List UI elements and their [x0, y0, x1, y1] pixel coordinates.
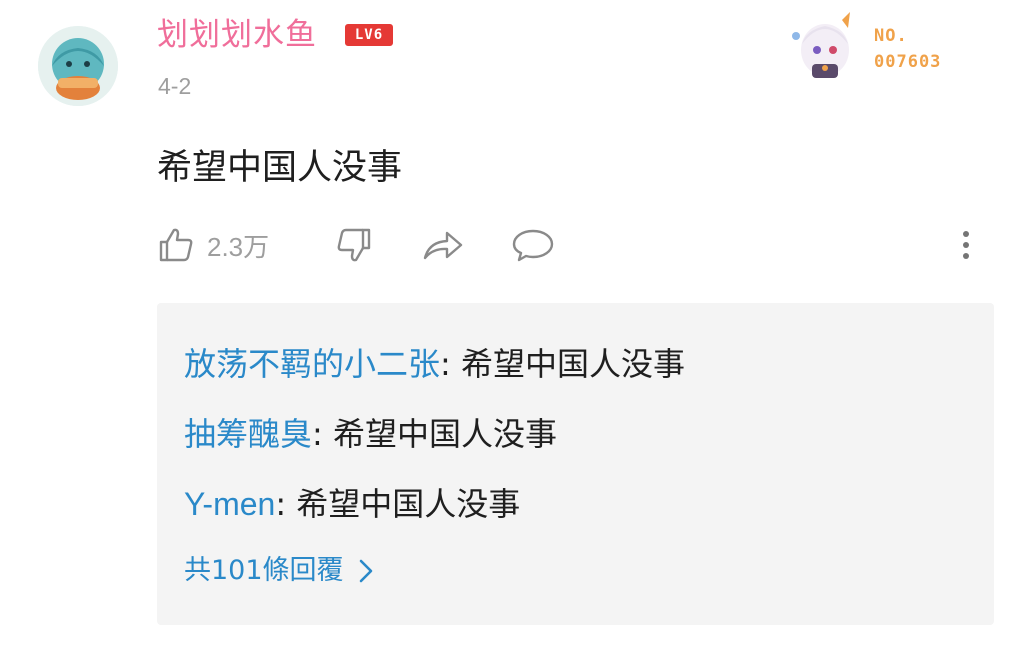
view-all-replies-link[interactable]: 共101條回覆 [184, 552, 374, 590]
like-count: 2.3万 [207, 231, 270, 262]
reply-item[interactable]: 抽筹醜臭: 希望中国人没事 [184, 413, 557, 455]
avatar[interactable] [38, 26, 118, 106]
reply-author[interactable]: 抽筹醜臭 [184, 415, 312, 453]
fan-badge-number: 007603 [874, 52, 942, 72]
share-icon [423, 231, 463, 260]
comment-date: 4-2 [158, 73, 192, 99]
reply-button[interactable] [511, 224, 555, 266]
more-options-button[interactable] [954, 224, 978, 266]
view-all-replies-label: 共101條回覆 [184, 555, 344, 586]
share-button[interactable] [421, 224, 465, 266]
reply-content: 希望中国人没事 [296, 485, 521, 523]
reply-content: 希望中国人没事 [460, 345, 685, 383]
thumbs-up-icon [159, 228, 193, 262]
reply-item[interactable]: 放荡不羁的小二张: 希望中国人没事 [184, 343, 685, 385]
comment-bubble-icon [512, 229, 554, 262]
reply-item[interactable]: Y-men: 希望中国人没事 [184, 483, 520, 525]
fan-badge-character-icon [792, 12, 850, 78]
level-badge: LV6 [345, 24, 393, 46]
like-button[interactable]: 2.3万 [157, 224, 269, 266]
chevron-right-icon [358, 558, 374, 584]
reply-separator: : [275, 485, 297, 523]
more-vertical-icon [963, 231, 969, 259]
comment-text: 希望中国人没事 [157, 148, 403, 188]
reply-author[interactable]: Y-men [184, 486, 275, 522]
replies-panel: 放荡不羁的小二张: 希望中国人没事 抽筹醜臭: 希望中国人没事 Y-men: 希… [157, 303, 994, 625]
reply-author[interactable]: 放荡不羁的小二张 [184, 345, 440, 383]
fan-badge-label: NO. [874, 26, 908, 46]
reply-separator: : [440, 345, 461, 383]
username[interactable]: 划划划水鱼 [157, 16, 317, 54]
reply-content: 希望中国人没事 [332, 415, 557, 453]
thumbs-down-icon [337, 228, 371, 262]
reply-separator: : [312, 415, 333, 453]
dislike-button[interactable] [333, 224, 373, 266]
avatar-image [38, 26, 118, 106]
